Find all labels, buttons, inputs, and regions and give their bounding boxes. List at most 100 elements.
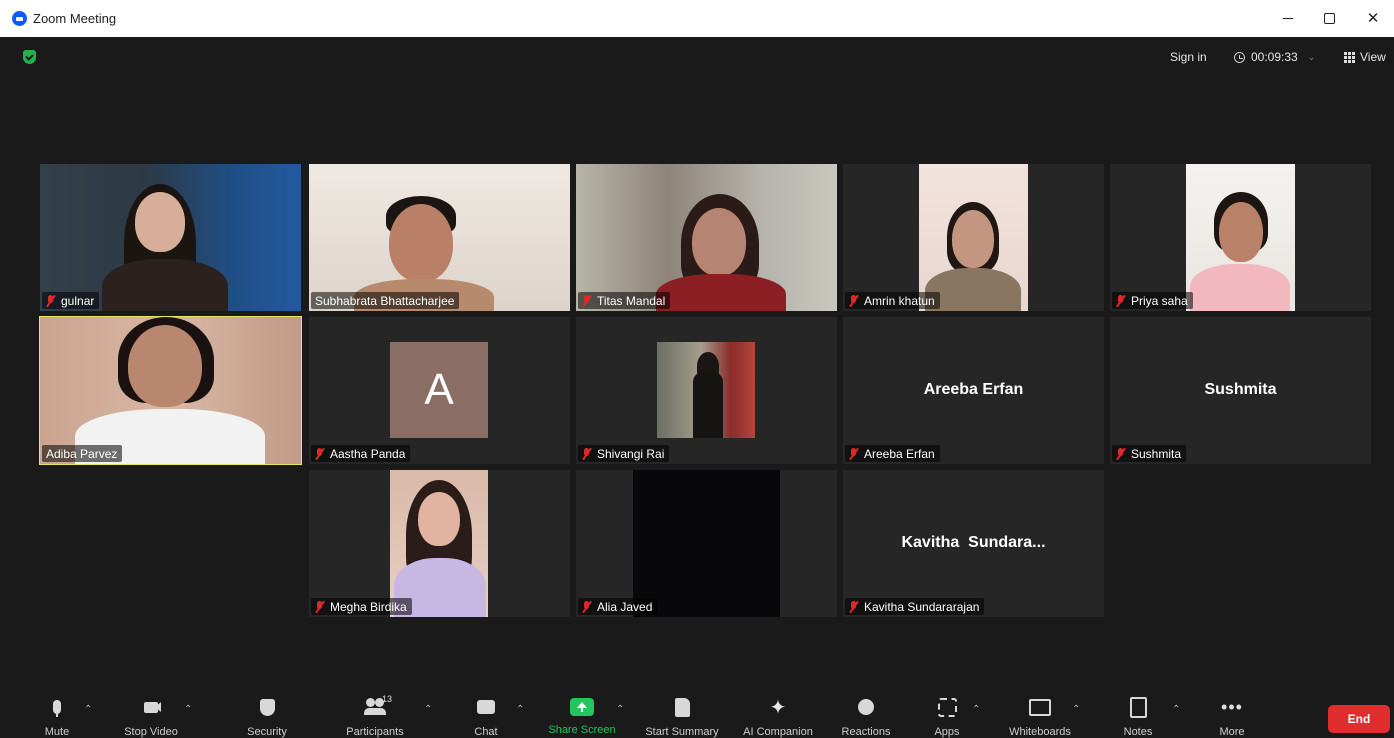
participants-count: 13 (382, 694, 393, 704)
video-tile-priya[interactable]: Priya saha (1110, 164, 1371, 311)
share-options-caret[interactable]: ⌃ (616, 704, 624, 715)
security-button[interactable]: Security (240, 690, 294, 738)
ai-companion-button[interactable]: ✦ AI Companion (736, 690, 820, 738)
whiteboard-icon (1028, 696, 1052, 718)
mic-off-icon (849, 447, 858, 460)
mic-off-icon (1116, 447, 1125, 460)
title-bar: Zoom Meeting ✕ (0, 0, 1394, 37)
video-options-caret[interactable]: ⌃ (184, 704, 192, 715)
stop-video-button[interactable]: Stop Video (116, 690, 186, 738)
notes-button[interactable]: Notes (1118, 690, 1158, 738)
participants-options-caret[interactable]: ⌃ (424, 704, 432, 715)
end-meeting-button[interactable]: End (1328, 705, 1390, 733)
share-screen-button[interactable]: Share Screen (543, 690, 621, 738)
profile-photo (390, 470, 488, 617)
video-tile-adiba[interactable]: Adiba Parvez (39, 316, 302, 465)
stop-video-label: Stop Video (124, 726, 178, 738)
encryption-shield-icon[interactable] (23, 50, 36, 64)
participant-name: Subhabrata Bhattacharjee (315, 293, 455, 308)
mic-off-icon (582, 600, 591, 613)
meeting-toolbar: Mute ⌃ Stop Video ⌃ Security 13 Particip… (0, 690, 1394, 738)
participant-name-tag: Kavitha Sundararajan (845, 598, 985, 615)
mute-button[interactable]: Mute (38, 690, 76, 738)
apps-button[interactable]: Apps (928, 690, 966, 738)
participant-name: Alia Javed (597, 599, 653, 614)
video-tile-kavitha[interactable]: Kavitha Sundara... Kavitha Sundararajan (843, 470, 1104, 617)
share-screen-icon (570, 698, 594, 716)
participant-name: Amrin khatun (864, 293, 935, 308)
meeting-timer[interactable]: 00:09:33 ⌄ (1228, 46, 1321, 68)
timer-value: 00:09:33 (1251, 50, 1298, 64)
notes-icon (1126, 696, 1150, 718)
start-summary-button[interactable]: Start Summary (638, 690, 726, 738)
close-button[interactable]: ✕ (1360, 6, 1386, 30)
participant-name-tag: Areeba Erfan (845, 445, 940, 462)
more-dots-icon: ••• (1221, 696, 1243, 717)
video-feed (919, 164, 1028, 311)
mic-off-icon (315, 600, 324, 613)
video-tile-megha[interactable]: Megha Birdika (309, 470, 570, 617)
more-label: More (1219, 726, 1245, 738)
mic-off-icon (582, 447, 591, 460)
share-screen-label: Share Screen (548, 724, 616, 736)
whiteboards-button[interactable]: Whiteboards (1000, 690, 1080, 738)
reactions-button[interactable]: Reactions (836, 690, 896, 738)
participant-name: Priya saha (1131, 293, 1188, 308)
apps-options-caret[interactable]: ⌃ (972, 704, 980, 715)
video-tile-aastha[interactable]: A Aastha Panda (309, 317, 570, 464)
video-tile-gulnar[interactable]: gulnar (40, 164, 301, 311)
apps-icon (935, 696, 959, 718)
chat-options-caret[interactable]: ⌃ (516, 704, 524, 715)
mic-off-icon (315, 447, 324, 460)
participant-name: Adiba Parvez (46, 446, 118, 461)
window-title: Zoom Meeting (33, 11, 117, 26)
video-feed (40, 164, 301, 311)
participant-name-tag: Megha Birdika (311, 598, 412, 615)
participants-button[interactable]: 13 Participants (338, 690, 412, 738)
apps-label: Apps (934, 726, 960, 738)
zoom-logo-icon (12, 11, 27, 26)
mute-label: Mute (44, 726, 70, 738)
notes-options-caret[interactable]: ⌃ (1172, 704, 1180, 715)
video-tile-subhabrata[interactable]: Subhabrata Bhattacharjee (309, 164, 570, 311)
sign-in-button[interactable]: Sign in (1164, 46, 1213, 68)
participant-name-tag: Adiba Parvez (42, 445, 123, 462)
avatar: A (390, 342, 488, 438)
participant-center-name: Sushmita (1204, 381, 1277, 398)
minimize-button[interactable] (1275, 6, 1301, 30)
participant-center-name: Areeba Erfan (923, 381, 1024, 398)
grid-icon (1344, 51, 1355, 63)
chat-button[interactable]: Chat (468, 690, 504, 738)
view-button[interactable]: View (1338, 46, 1392, 68)
participant-name-tag: Sushmita (1112, 445, 1187, 462)
audio-options-caret[interactable]: ⌃ (84, 704, 92, 715)
profile-photo (657, 342, 755, 438)
participant-name-tag: Subhabrata Bhattacharjee (311, 292, 460, 309)
participant-name: Areeba Erfan (864, 446, 935, 461)
video-tile-alia[interactable]: Alia Javed (576, 470, 837, 617)
chevron-down-icon: ⌄ (1307, 51, 1316, 62)
participant-name: Megha Birdika (330, 599, 407, 614)
participant-name-tag: Aastha Panda (311, 445, 411, 462)
participant-name-tag: Shivangi Rai (578, 445, 670, 462)
whiteboards-options-caret[interactable]: ⌃ (1072, 704, 1080, 715)
video-tile-areeba[interactable]: Areeba Erfan Areeba Erfan (843, 317, 1104, 464)
video-tile-amrin[interactable]: Amrin khatun (843, 164, 1104, 311)
maximize-button[interactable] (1316, 6, 1342, 30)
mic-off-icon (849, 294, 858, 307)
video-tile-shivangi[interactable]: Shivangi Rai (576, 317, 837, 464)
participant-name: Sushmita (1131, 446, 1182, 461)
view-label: View (1360, 50, 1386, 64)
video-tile-sushmita[interactable]: Sushmita Sushmita (1110, 317, 1371, 464)
video-tile-titas[interactable]: Titas Mandal (576, 164, 837, 311)
more-button[interactable]: ••• More (1212, 690, 1252, 738)
security-label: Security (247, 726, 287, 738)
sparkle-icon: ✦ (769, 696, 787, 719)
participant-name-tag: Priya saha (1112, 292, 1193, 309)
participant-name-tag: Amrin khatun (845, 292, 940, 309)
mic-off-icon (582, 294, 591, 307)
video-feed (1186, 164, 1295, 311)
participants-label: Participants (346, 726, 404, 738)
participants-icon: 13 (363, 694, 392, 718)
start-summary-label: Start Summary (645, 726, 719, 738)
